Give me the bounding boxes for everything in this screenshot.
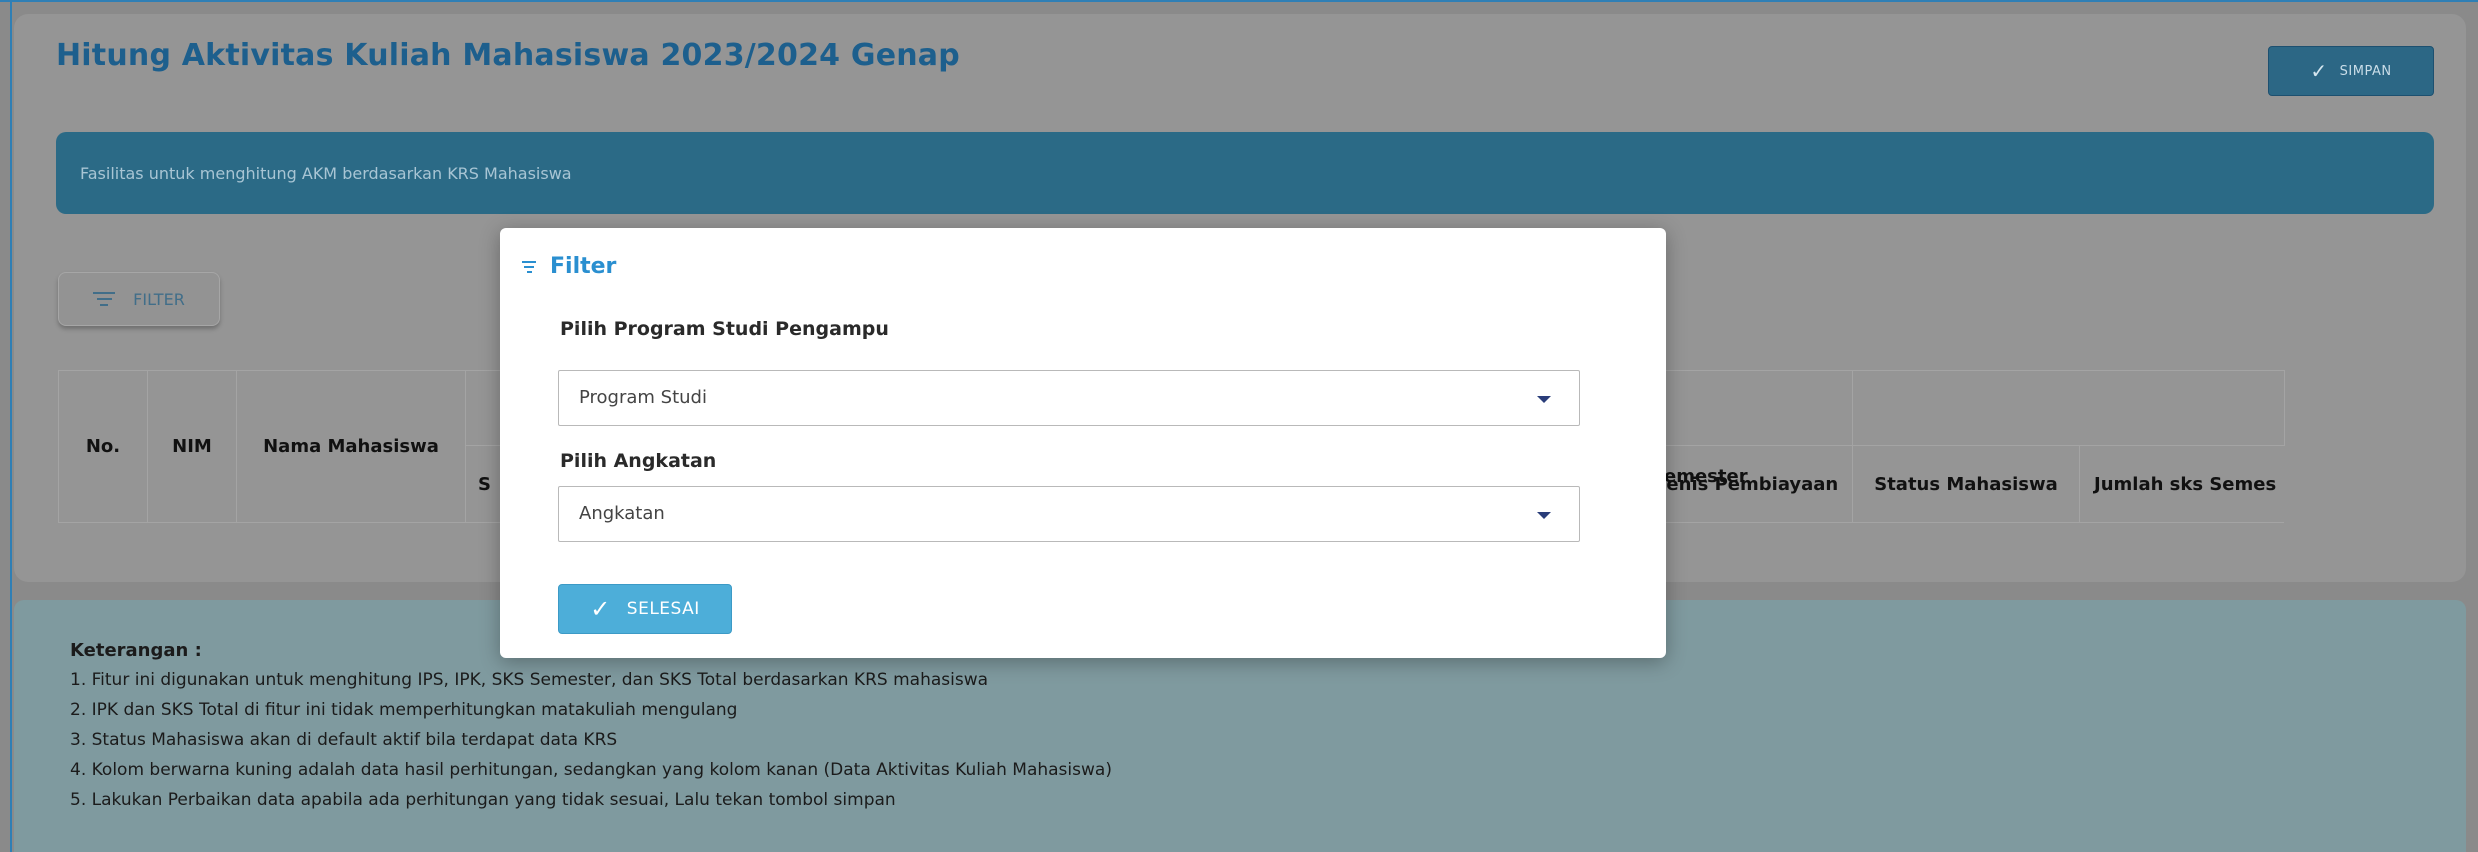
window-top-border (0, 0, 2478, 2)
col-header-no: No. (58, 370, 148, 523)
prodi-select-value: Program Studi (579, 387, 707, 408)
modal-header: Filter (522, 254, 616, 279)
filter-button[interactable]: FILTER (58, 272, 220, 326)
info-banner: Fasilitas untuk menghitung AKM berdasark… (56, 132, 2434, 214)
angkatan-select[interactable]: Angkatan (558, 486, 1580, 542)
prodi-label: Pilih Program Studi Pengampu (560, 318, 889, 340)
modal-title: Filter (550, 254, 617, 279)
col-header-jumlah-sks: Jumlah sks Semes (2079, 445, 2284, 523)
col-group-header-mid (1643, 370, 1853, 446)
col-header-semester-partial: emester (1664, 466, 1748, 487)
angkatan-label: Pilih Angkatan (560, 450, 717, 472)
info-banner-text: Fasilitas untuk menghitung AKM berdasark… (80, 163, 572, 183)
save-button-label: SIMPAN (2339, 63, 2392, 79)
notes-title: Keterangan : (70, 640, 202, 661)
caret-down-icon (1537, 512, 1551, 519)
window-left-border (10, 0, 12, 852)
col-header-nim: NIM (147, 370, 237, 523)
prodi-select[interactable]: Program Studi (558, 370, 1580, 426)
filter-button-label: FILTER (133, 289, 185, 309)
notes-item: 4. Kolom berwarna kuning adalah data has… (70, 760, 1112, 780)
notes-item: 2. IPK dan SKS Total di fitur ini tidak … (70, 700, 738, 720)
caret-down-icon (1537, 396, 1551, 403)
filter-icon (93, 292, 116, 306)
notes-item: 5. Lakukan Perbaikan data apabila ada pe… (70, 790, 896, 810)
angkatan-select-value: Angkatan (579, 503, 665, 524)
check-icon: ✓ (2310, 59, 2328, 83)
done-button[interactable]: ✓ SELESAI (558, 584, 732, 634)
filter-icon (522, 260, 536, 273)
filter-modal: Filter Pilih Program Studi Pengampu Prog… (500, 228, 1666, 658)
save-button[interactable]: ✓ SIMPAN (2268, 46, 2434, 96)
page-title: Hitung Aktivitas Kuliah Mahasiswa 2023/2… (56, 38, 960, 73)
notes-item: 3. Status Mahasiswa akan di default akti… (70, 730, 618, 750)
check-icon: ✓ (590, 595, 611, 623)
done-button-label: SELESAI (626, 599, 700, 619)
col-header-status: Status Mahasiswa (1852, 445, 2080, 523)
col-group-header-right (1852, 370, 2285, 446)
notes-item: 1. Fitur ini digunakan untuk menghitung … (70, 670, 989, 690)
col-header-nama: Nama Mahasiswa (236, 370, 466, 523)
